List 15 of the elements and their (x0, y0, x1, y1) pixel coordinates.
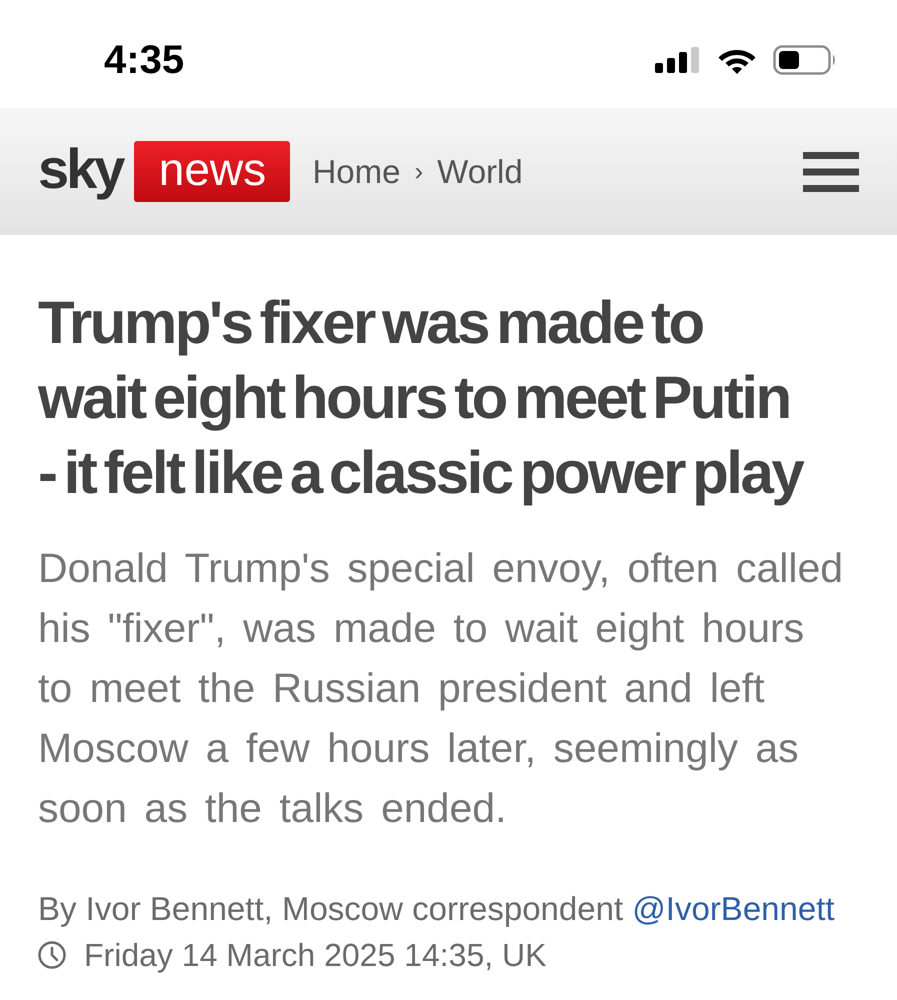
sky-news-logo[interactable]: sky news (38, 141, 290, 202)
logo-news-text: news (134, 141, 290, 202)
clock-icon (38, 941, 66, 969)
breadcrumb-link[interactable]: Home (312, 146, 400, 196)
breadcrumb-separator: › (414, 155, 424, 188)
breadcrumb-link[interactable]: World (437, 146, 523, 196)
menu-button[interactable] (803, 152, 859, 192)
status-time: 4:35 (104, 40, 184, 80)
article-summary: Donald Trump's special envoy, often called his "fixer", was made to wait eight hours to meet the Russian president and left Moscow a few hours later, seemingly as soon as the talks ended. (38, 544, 844, 833)
battery-icon (773, 45, 837, 75)
article-headline: Trump's fixer was made to wait eight hours to meet Putin - it felt like a classic power play (38, 288, 804, 508)
author-handle-link[interactable]: @IvorBennett (632, 890, 835, 927)
publish-date: Friday 14 March 2025 14:35, UK (84, 936, 546, 975)
signal-icon (655, 47, 701, 73)
byline: By Ivor Bennett, Moscow correspondent @IvorBennett (38, 889, 836, 929)
